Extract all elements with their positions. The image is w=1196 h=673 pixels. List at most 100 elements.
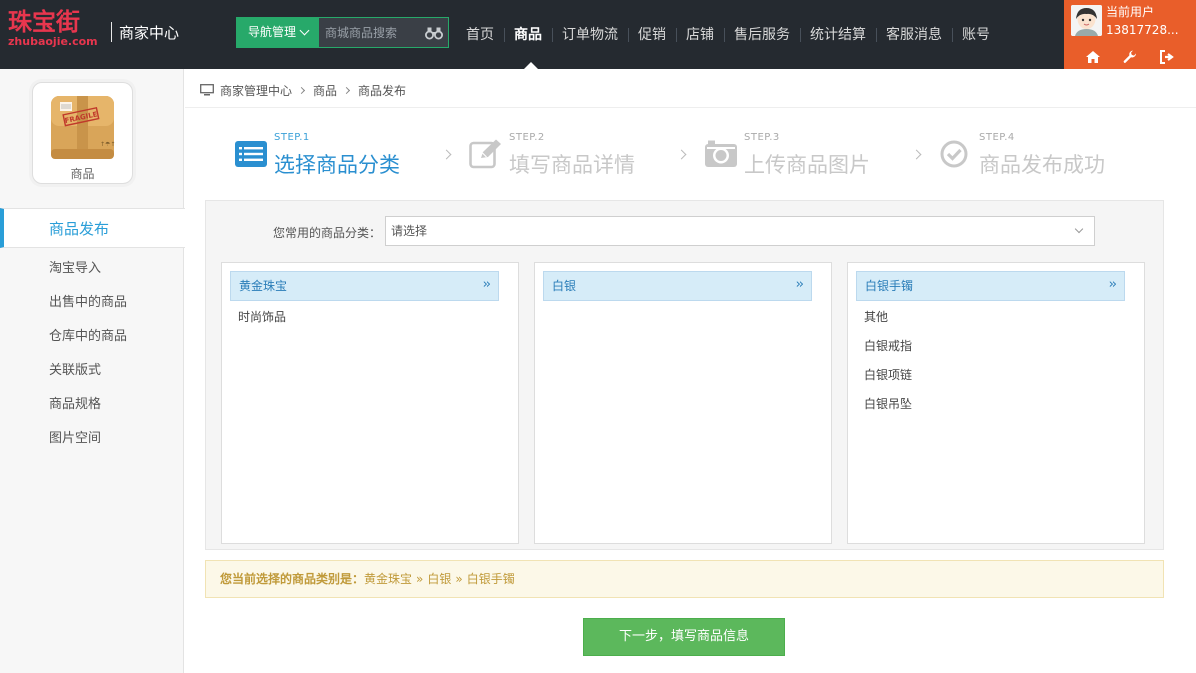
avatar[interactable] — [1071, 5, 1102, 36]
step-title: 上传商品图片 — [744, 153, 870, 177]
check-circle-icon — [940, 140, 968, 168]
step-title: 填写商品详情 — [509, 153, 635, 177]
sidebar-item-warehouse[interactable]: 仓库中的商品 — [0, 320, 184, 354]
package-box-icon: FRAGILE ↑☂↑ — [51, 96, 115, 159]
edit-icon — [469, 139, 501, 169]
sidebar: FRAGILE ↑☂↑ 商品 商品发布 淘宝导入 出售中的商品 仓库中的商品 关… — [0, 69, 185, 673]
center-title: 商家中心 — [119, 24, 180, 42]
user-box: 当前用户 13817728... — [1064, 0, 1196, 69]
favorite-category-label: 您常用的商品分类： — [273, 226, 382, 240]
nav-store[interactable]: 店铺 — [676, 27, 724, 43]
category-item[interactable]: 白银戒指 — [864, 336, 912, 365]
user-label: 当前用户 — [1106, 5, 1155, 19]
binoculars-icon — [424, 27, 443, 39]
current-path-item: 白银手镯 — [466, 572, 515, 586]
current-path-item: 黄金珠宝 — [364, 572, 413, 586]
module-card[interactable]: FRAGILE ↑☂↑ 商品 — [32, 82, 133, 184]
nav-service-messages[interactable]: 客服消息 — [876, 27, 952, 43]
search-button[interactable] — [419, 18, 448, 47]
sidebar-item-on-sale[interactable]: 出售中的商品 — [0, 286, 184, 320]
module-label: 商品 — [70, 167, 95, 181]
chevron-right-icon — [297, 86, 306, 94]
step-title: 商品发布成功 — [979, 153, 1105, 177]
sidebar-item-image-space[interactable]: 图片空间 — [0, 422, 184, 456]
category-column-3: 白银手镯 ›› 其他 白银戒指 白银项链 白银吊坠 — [847, 262, 1145, 544]
nav-orders[interactable]: 订单物流 — [552, 27, 628, 43]
step-number: STEP.4 — [979, 132, 1015, 143]
nav-manage-label: 导航管理 — [247, 25, 296, 39]
home-icon[interactable] — [1085, 49, 1101, 65]
monitor-icon — [200, 84, 214, 96]
category-item[interactable]: 其他 — [864, 307, 912, 336]
nav-home[interactable]: 首页 — [456, 27, 504, 43]
category-selected-label: 白银 — [552, 279, 577, 293]
path-separator: » — [455, 572, 463, 586]
sidebar-item-taobao-import[interactable]: 淘宝导入 — [0, 252, 184, 286]
nav-search-box: 导航管理 — [236, 17, 449, 48]
category-list: 时尚饰品 — [238, 307, 286, 336]
category-column-2: 白银 ›› — [534, 262, 832, 544]
user-avatar-icon — [1071, 5, 1102, 36]
category-selected-label: 白银手镯 — [865, 279, 914, 293]
category-item[interactable]: 时尚饰品 — [238, 307, 286, 336]
breadcrumb-item: 商品发布 — [358, 83, 407, 98]
favorite-category-value: 请选择 — [391, 224, 428, 238]
breadcrumb-item[interactable]: 商家管理中心 — [220, 82, 292, 99]
logo[interactable]: 珠宝街 zhubaojie.com — [8, 8, 104, 56]
double-chevron-right-icon: ›› — [1108, 277, 1118, 292]
category-item[interactable]: 白银项链 — [864, 365, 912, 394]
sidebar-item-related-template[interactable]: 关联版式 — [0, 354, 184, 388]
sidebar-item-publish[interactable]: 商品发布 — [0, 208, 185, 248]
top-bar: 珠宝街 zhubaojie.com 商家中心 导航管理 首页 商品 订单物流 促… — [0, 0, 1196, 69]
nav-goods[interactable]: 商品 — [504, 27, 552, 43]
svg-text:↑☂↑: ↑☂↑ — [100, 141, 115, 148]
user-actions — [1064, 48, 1196, 66]
chevron-right-icon — [342, 86, 351, 94]
nav-after-sales[interactable]: 售后服务 — [724, 27, 800, 43]
category-selected-label: 黄金珠宝 — [239, 279, 288, 293]
current-selection-bar: 您当前选择的商品类别是：黄金珠宝» 白银» 白银手镯 — [205, 560, 1164, 598]
wrench-icon[interactable] — [1122, 49, 1138, 65]
category-selected[interactable]: 黄金珠宝 ›› — [230, 271, 499, 301]
list-icon — [235, 141, 267, 167]
user-phone[interactable]: 13817728... — [1106, 23, 1179, 37]
sidebar-menu: 商品发布 淘宝导入 出售中的商品 仓库中的商品 关联版式 商品规格 图片空间 — [0, 208, 185, 456]
step-number: STEP.2 — [509, 132, 545, 143]
logo-text-en: zhubaojie.com — [8, 35, 98, 48]
camera-icon — [705, 140, 737, 167]
nav-manage-button[interactable]: 导航管理 — [237, 18, 319, 47]
category-selected[interactable]: 白银 ›› — [543, 271, 812, 301]
chevron-right-icon — [676, 149, 687, 160]
logout-icon[interactable] — [1159, 49, 1175, 65]
category-list: 其他 白银戒指 白银项链 白银吊坠 — [864, 307, 912, 423]
step-title: 选择商品分类 — [274, 153, 400, 177]
chevron-right-icon — [441, 149, 452, 160]
nav-account[interactable]: 账号 — [952, 27, 1000, 43]
double-chevron-right-icon: ›› — [482, 277, 492, 292]
search-input[interactable] — [319, 18, 419, 47]
nav-promotion[interactable]: 促销 — [628, 27, 676, 43]
double-chevron-right-icon: ›› — [795, 277, 805, 292]
current-selection-label: 您当前选择的商品类别是： — [220, 572, 365, 586]
category-selected[interactable]: 白银手镯 ›› — [856, 271, 1125, 301]
breadcrumb-item[interactable]: 商品 — [313, 82, 337, 99]
chevron-right-icon — [911, 149, 922, 160]
step-number: STEP.3 — [744, 132, 780, 143]
step-number: STEP.1 — [274, 132, 310, 143]
category-column-1: 黄金珠宝 ›› 时尚饰品 — [221, 262, 519, 544]
breadcrumb: 商家管理中心 商品 商品发布 — [200, 80, 406, 100]
nav-statistics[interactable]: 统计结算 — [800, 27, 876, 43]
favorite-category-select[interactable]: 请选择 — [385, 216, 1095, 246]
nav-active-caret — [524, 62, 538, 69]
main-nav: 首页 商品 订单物流 促销 店铺 售后服务 统计结算 客服消息 账号 — [456, 0, 1000, 69]
chevron-down-icon — [1074, 224, 1084, 234]
logo-divider — [111, 22, 112, 42]
category-item[interactable]: 白银吊坠 — [864, 394, 912, 423]
sidebar-item-specs[interactable]: 商品规格 — [0, 388, 184, 422]
next-step-button[interactable]: 下一步，填写商品信息 — [583, 618, 785, 656]
category-panel: 您常用的商品分类： 请选择 黄金珠宝 ›› 时尚饰品 白银 ›› 白银手镯 ››… — [205, 200, 1164, 550]
breadcrumb-divider — [185, 107, 1196, 108]
current-path-item: 白银 — [427, 572, 452, 586]
path-separator: » — [416, 572, 424, 586]
chevron-down-icon — [299, 25, 310, 36]
